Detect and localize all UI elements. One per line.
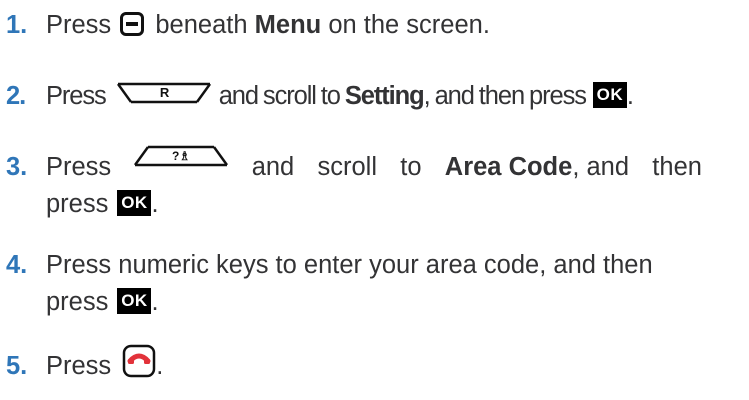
step-3: 3. Press ?♗ and scroll to Area Code, and …	[6, 145, 742, 223]
step-number: 4.	[6, 251, 28, 279]
step-text-press: Press	[46, 153, 112, 181]
step-text-press: press	[46, 190, 109, 218]
step-text-press: press	[46, 288, 109, 316]
step-text: scroll	[317, 153, 377, 181]
step-period: .	[156, 352, 164, 380]
step-text: then	[652, 153, 702, 181]
step-text-press: Press	[46, 11, 112, 39]
step-text: , and	[572, 153, 630, 181]
nav-key-label: R	[160, 85, 170, 100]
step-text: on the screen.	[328, 11, 490, 39]
end-call-key-icon	[122, 344, 156, 378]
step-bold-term: Area Code	[444, 153, 573, 181]
instruction-steps: 1. Press beneath Menu on the screen. 2. Pr…	[0, 0, 749, 400]
step-5: 5. Press .	[6, 345, 742, 385]
nav-right-key-icon: R	[116, 82, 211, 104]
step-bold-term: Setting	[344, 82, 425, 110]
step-number: 5.	[6, 352, 28, 380]
step-period: .	[626, 82, 634, 110]
step-2: 2. Press R and scroll to Setting, and the…	[6, 78, 742, 115]
ok-key-icon: OK	[592, 82, 627, 109]
step-text-press: Press	[46, 352, 112, 380]
step-bold-term: Menu	[254, 11, 322, 39]
step-4: 4. Press numeric keys to enter your area …	[6, 247, 742, 321]
step-text: Press numeric keys to enter your area co…	[46, 251, 653, 279]
step-text: to	[400, 153, 422, 181]
softkey-minus-icon	[120, 12, 145, 37]
step-text: , and then press	[423, 82, 587, 110]
nav-up-contacts-key-icon: ?♗	[134, 145, 229, 167]
nav-key-label: ?♗	[172, 149, 190, 163]
ok-key-icon: OK	[117, 190, 152, 217]
step-number: 1.	[6, 11, 28, 39]
ok-key-icon: OK	[117, 288, 152, 315]
step-text: beneath	[155, 11, 248, 39]
step-number: 2.	[6, 82, 26, 110]
step-text-press: Press	[46, 82, 107, 110]
step-period: .	[151, 190, 159, 218]
step-1: 1. Press beneath Menu on the screen.	[6, 7, 742, 44]
step-period: .	[151, 288, 159, 316]
step-text: and scroll to	[218, 82, 341, 110]
step-number: 3.	[6, 153, 28, 181]
step-text: and	[251, 153, 295, 181]
